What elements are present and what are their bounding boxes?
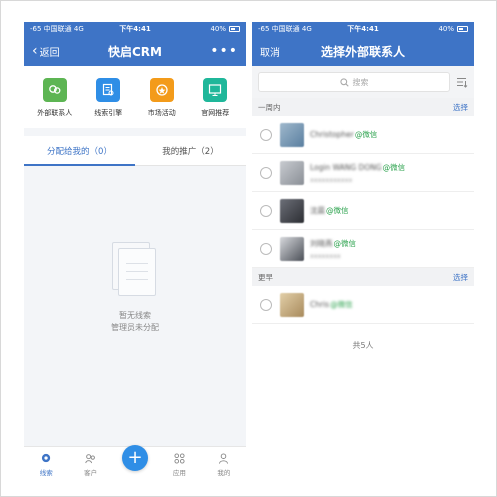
select-radio[interactable] — [260, 298, 272, 311]
tool-lead-engine[interactable]: 线索引擎 — [82, 78, 136, 118]
tool-label: 外部联系人 — [37, 109, 73, 117]
battery-percent: 40% — [210, 25, 226, 33]
status-right: 40% — [210, 25, 240, 33]
crm-home-screen: -65 中国联通 4G 下午4:41 40% ‹ 返回 快启CRM ••• 外部… — [24, 22, 246, 482]
search-icon — [339, 77, 349, 87]
tool-grid: 外部联系人 线索引擎 市场活动 官网推荐 — [24, 66, 246, 128]
avatar — [280, 198, 304, 223]
wechat-tag: @微信 — [326, 206, 349, 215]
select-radio[interactable] — [260, 166, 272, 179]
customers-icon — [85, 453, 96, 463]
contacts-icon — [42, 78, 67, 102]
select-radio[interactable] — [260, 242, 272, 255]
section-header-week: 一周内 选择 — [252, 98, 474, 116]
leads-icon — [41, 453, 50, 462]
avatar — [280, 122, 304, 147]
tab-assigned-to-me[interactable]: 分配给我的（0） — [24, 136, 135, 166]
contact-name: Chris — [310, 300, 330, 309]
nav-bar: ‹ 返回 快启CRM ••• — [24, 36, 246, 66]
select-radio[interactable] — [260, 128, 272, 141]
nav-bar: 取消 选择外部联系人 — [252, 36, 474, 66]
tab-label: 应用 — [172, 468, 186, 477]
select-contact-screen: -65 中国联通 4G 下午4:41 40% 取消 选择外部联系人 搜索 一周内… — [252, 22, 474, 482]
section-title: 一周内 — [258, 102, 281, 112]
wechat-tag: @微信 — [354, 130, 378, 139]
tool-website[interactable]: 官网推荐 — [189, 78, 243, 118]
tool-external-contacts[interactable]: 外部联系人 — [28, 78, 82, 118]
contact-row[interactable]: 沈晨 @微信 — [252, 192, 474, 230]
tab-customers[interactable]: 客户 — [68, 453, 112, 477]
contact-name: 刘晓燕 — [310, 238, 333, 248]
battery-icon — [229, 26, 240, 32]
empty-document-icon — [112, 242, 158, 298]
tool-label: 官网推荐 — [201, 109, 230, 117]
battery-icon — [457, 26, 468, 32]
back-button[interactable]: ‹ 返回 — [32, 44, 60, 59]
contact-row[interactable]: Chris @微信 — [252, 286, 474, 324]
total-count: 共5人 — [352, 341, 374, 350]
status-bar: -65 中国联通 4G 下午4:41 40% — [24, 22, 246, 36]
tab-add[interactable]: + — [113, 444, 157, 471]
tool-label: 市场活动 — [147, 109, 176, 117]
section-header-earlier: 更早 选择 — [252, 268, 474, 286]
wechat-tag: @微信 — [333, 238, 357, 248]
tab-apps[interactable]: 应用 — [157, 452, 201, 477]
contact-row[interactable]: 刘晓燕 @微信 xxxxxxxx — [252, 230, 474, 268]
section-title: 更早 — [258, 272, 273, 282]
chevron-left-icon: ‹ — [32, 43, 38, 59]
search-placeholder: 搜索 — [352, 77, 369, 87]
tab-label: 客户 — [84, 468, 98, 477]
page-title: 选择外部联系人 — [320, 44, 405, 59]
search-input[interactable]: 搜索 — [258, 72, 450, 92]
tab-label: 线索 — [39, 468, 53, 477]
contact-detail: xxxxxxxx — [310, 251, 341, 260]
select-radio[interactable] — [260, 204, 272, 217]
contact-name: Login WANG DONG — [310, 162, 382, 172]
profile-icon — [219, 452, 229, 464]
plus-icon[interactable]: + — [122, 444, 149, 471]
avatar — [280, 160, 304, 185]
wechat-tag: @微信 — [330, 300, 353, 309]
wechat-tag: @微信 — [382, 162, 406, 172]
contact-row[interactable]: Login WANG DONG @微信 xxxxxxxxxxx — [252, 154, 474, 192]
more-menu-button[interactable]: ••• — [210, 43, 238, 59]
empty-title: 暂无线索 — [119, 311, 151, 320]
avatar — [280, 236, 304, 261]
status-time: 下午4:41 — [347, 25, 379, 33]
select-all-button[interactable]: 选择 — [453, 102, 468, 113]
status-right: 40% — [438, 25, 468, 33]
contact-name: 沈晨 — [310, 206, 325, 215]
filter-icon[interactable] — [456, 76, 468, 88]
tool-label: 线索引擎 — [94, 109, 123, 117]
contact-detail: xxxxxxxxxxx — [310, 175, 353, 184]
empty-subtitle: 管理员未分配 — [111, 323, 159, 332]
avatar — [280, 292, 304, 317]
website-icon — [203, 78, 228, 102]
cancel-button[interactable]: 取消 — [260, 44, 280, 59]
tab-leads[interactable]: 线索 — [24, 453, 68, 477]
battery-percent: 40% — [438, 25, 454, 33]
contact-name: Christopher — [310, 130, 354, 139]
tab-my-promotions[interactable]: 我的推广（2） — [135, 136, 246, 165]
tab-profile[interactable]: 我的 — [202, 452, 246, 477]
status-bar: -65 中国联通 4G 下午4:41 40% — [252, 22, 474, 36]
lead-engine-icon — [96, 78, 121, 102]
search-bar: 搜索 — [252, 66, 474, 98]
campaign-icon — [149, 78, 174, 102]
lead-tabs: 分配给我的（0） 我的推广（2） — [24, 136, 246, 166]
contact-row[interactable]: Christopher @微信 — [252, 116, 474, 154]
tool-campaign[interactable]: 市场活动 — [135, 78, 189, 118]
tab-label: 我的 — [217, 468, 231, 477]
bottom-tab-bar: 线索 客户 + 应用 我的 — [24, 444, 246, 482]
empty-state: 暂无线索 管理员未分配 — [24, 242, 246, 334]
apps-icon — [174, 452, 185, 464]
status-time: 下午4:41 — [119, 25, 151, 33]
select-all-button[interactable]: 选择 — [453, 272, 468, 283]
back-label: 返回 — [39, 47, 60, 59]
